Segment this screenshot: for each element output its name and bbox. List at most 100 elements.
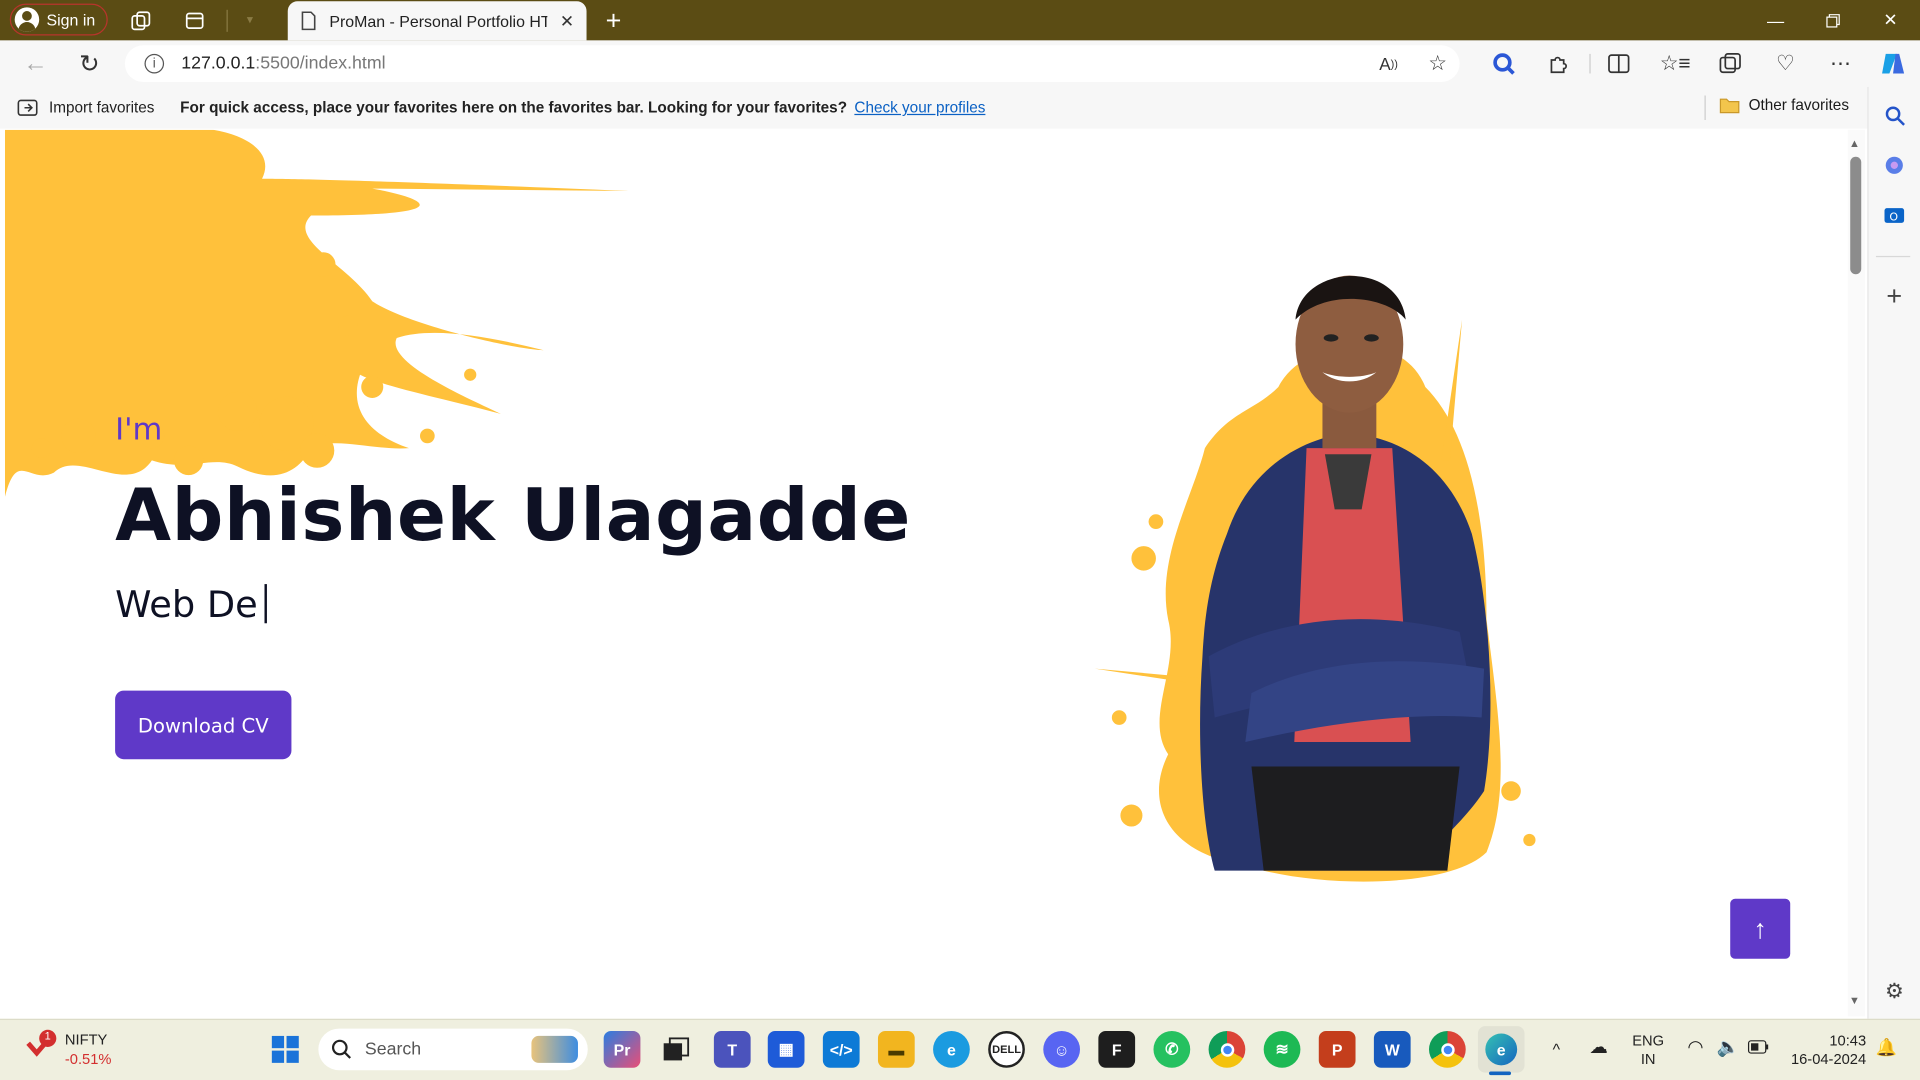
sidebar-add-icon[interactable]: +: [1880, 280, 1909, 311]
stock-name: NIFTY: [64, 1031, 108, 1049]
tab-title: ProMan - Personal Portfolio HTM: [329, 11, 548, 31]
svg-text:O: O: [1889, 210, 1898, 223]
scrollbar-thumb[interactable]: [1850, 156, 1862, 275]
stock-widget-icon[interactable]: 1: [24, 1029, 58, 1063]
dell-icon[interactable]: DELL: [988, 1031, 1025, 1068]
taskbar-search[interactable]: Search: [318, 1028, 588, 1071]
close-tab-icon[interactable]: ✕: [560, 10, 574, 31]
search-extension-icon[interactable]: [1485, 45, 1522, 82]
page-viewport: I'm Abhishek Ulagadde Web De Download CV…: [4, 129, 1848, 1017]
powerpoint-icon[interactable]: P: [1318, 1031, 1356, 1068]
download-cv-button[interactable]: Download CV: [115, 690, 292, 760]
store-icon[interactable]: ▦: [767, 1031, 805, 1068]
site-info-icon[interactable]: i: [144, 53, 165, 74]
url-path: :5500/index.html: [255, 53, 386, 74]
notifications-bell-icon[interactable]: 🔔: [1876, 1038, 1897, 1056]
intro-text: I'm: [115, 411, 163, 447]
more-menu-icon[interactable]: ⋯: [1822, 45, 1859, 82]
read-aloud-icon[interactable]: A)): [1370, 45, 1407, 82]
sidebar-search-icon[interactable]: [1880, 100, 1909, 129]
task-view-icon[interactable]: [658, 1031, 695, 1068]
refresh-icon[interactable]: ↻: [71, 45, 108, 82]
tab-divider: [226, 9, 228, 32]
toolbar-divider: [1589, 53, 1591, 74]
volume-icon[interactable]: 🔈: [1717, 1038, 1740, 1056]
active-app-indicator: [1488, 1071, 1512, 1076]
discord-icon[interactable]: ☺: [1043, 1031, 1081, 1068]
vscode-icon[interactable]: </>: [822, 1031, 860, 1068]
favorites-message: For quick access, place your favorites h…: [180, 99, 848, 117]
import-favorites-button[interactable]: Import favorites: [49, 99, 154, 116]
address-bar[interactable]: i 127.0.0.1:5500/index.html: [124, 45, 1460, 83]
figma-icon[interactable]: F: [1098, 1031, 1136, 1068]
search-highlight-icon: [531, 1035, 578, 1063]
back-to-top-button[interactable]: ↑: [1730, 898, 1791, 959]
workspaces-icon[interactable]: [127, 9, 154, 33]
edge-icon[interactable]: e: [933, 1031, 970, 1068]
chrome-profile-icon[interactable]: [1428, 1031, 1466, 1068]
role-text: Web De: [115, 584, 258, 627]
favorites-bar: Import favorites For quick access, place…: [0, 86, 1868, 129]
favorites-icon[interactable]: ☆≡: [1657, 45, 1694, 82]
language-code: ENG: [1632, 1032, 1665, 1050]
clock-time: 10:43: [1829, 1032, 1867, 1050]
check-profiles-link[interactable]: Check your profiles: [854, 99, 985, 116]
chrome-icon[interactable]: [1208, 1031, 1246, 1068]
profile-sign-in-button[interactable]: Sign in: [9, 3, 108, 36]
favbar-divider: [1704, 95, 1706, 121]
battery-icon[interactable]: [1747, 1040, 1769, 1060]
sign-in-label: Sign in: [46, 10, 96, 29]
search-icon: [331, 1039, 351, 1059]
paint-splash-decoration: [4, 129, 630, 498]
browser-essentials-icon[interactable]: ♡: [1767, 45, 1804, 82]
scroll-up-icon[interactable]: ▲: [1849, 137, 1860, 149]
profile-avatar-icon: [14, 7, 40, 32]
other-favorites-folder[interactable]: Other favorites: [1719, 97, 1849, 114]
stock-badge: 1: [44, 1029, 51, 1043]
sidebar-divider: [1875, 255, 1911, 258]
url-text[interactable]: 127.0.0.1:5500/index.html: [181, 54, 385, 74]
tab-active[interactable]: ProMan - Personal Portfolio HTM ✕: [287, 1, 587, 41]
outlook-icon[interactable]: O: [1880, 201, 1909, 230]
spotify-icon[interactable]: ≋: [1263, 1031, 1301, 1068]
tab-actions-icon[interactable]: [181, 9, 208, 33]
import-favorites-icon[interactable]: [17, 98, 39, 118]
copilot-app-icon[interactable]: Pr: [603, 1031, 641, 1068]
url-host: 127.0.0.1: [181, 53, 256, 74]
extensions-icon[interactable]: [1540, 45, 1577, 82]
sidebar-settings-icon[interactable]: ⚙: [1880, 977, 1909, 1006]
folder-icon: [1719, 98, 1740, 114]
restore-icon[interactable]: [1805, 0, 1861, 40]
close-window-icon[interactable]: ✕: [1862, 0, 1918, 40]
teams-icon[interactable]: T: [713, 1031, 751, 1068]
region-code: IN: [1640, 1050, 1656, 1068]
copilot-icon[interactable]: [1875, 45, 1912, 82]
page-icon: [301, 11, 316, 31]
stock-widget[interactable]: NIFTY -0.51%: [65, 1030, 112, 1069]
split-screen-icon[interactable]: [1600, 45, 1637, 82]
back-icon[interactable]: ←: [17, 45, 54, 82]
file-explorer-icon[interactable]: ▬: [877, 1031, 915, 1068]
edge-active-task[interactable]: e: [1477, 1026, 1525, 1073]
minimize-icon[interactable]: —: [1747, 0, 1803, 40]
collections-icon[interactable]: [1712, 45, 1749, 82]
onedrive-icon[interactable]: ☁: [1589, 1038, 1607, 1056]
clock-date: 16-04-2024: [1790, 1050, 1867, 1068]
arrow-up-icon: ↑: [1753, 912, 1767, 944]
start-button[interactable]: [267, 1031, 304, 1068]
collapsed-tab-icon[interactable]: ▾: [239, 10, 261, 32]
search-placeholder: Search: [364, 1039, 422, 1060]
scroll-down-icon[interactable]: ▼: [1849, 994, 1860, 1006]
word-icon[interactable]: W: [1373, 1031, 1411, 1068]
hero-name: Abhishek Ulagadde: [115, 472, 912, 558]
favorite-star-icon[interactable]: ☆: [1419, 45, 1456, 82]
typing-caret: [263, 584, 267, 624]
language-indicator[interactable]: ENG IN: [1632, 1032, 1664, 1069]
new-tab-icon[interactable]: +: [600, 7, 627, 34]
show-hidden-icons-icon[interactable]: ^: [1553, 1040, 1560, 1058]
sidebar-copilot-icon[interactable]: [1880, 151, 1909, 180]
whatsapp-icon[interactable]: ✆: [1153, 1031, 1191, 1068]
system-clock[interactable]: 10:43 16-04-2024: [1783, 1032, 1866, 1069]
stock-change: -0.51%: [64, 1050, 112, 1068]
wifi-icon[interactable]: ◠: [1687, 1038, 1703, 1056]
